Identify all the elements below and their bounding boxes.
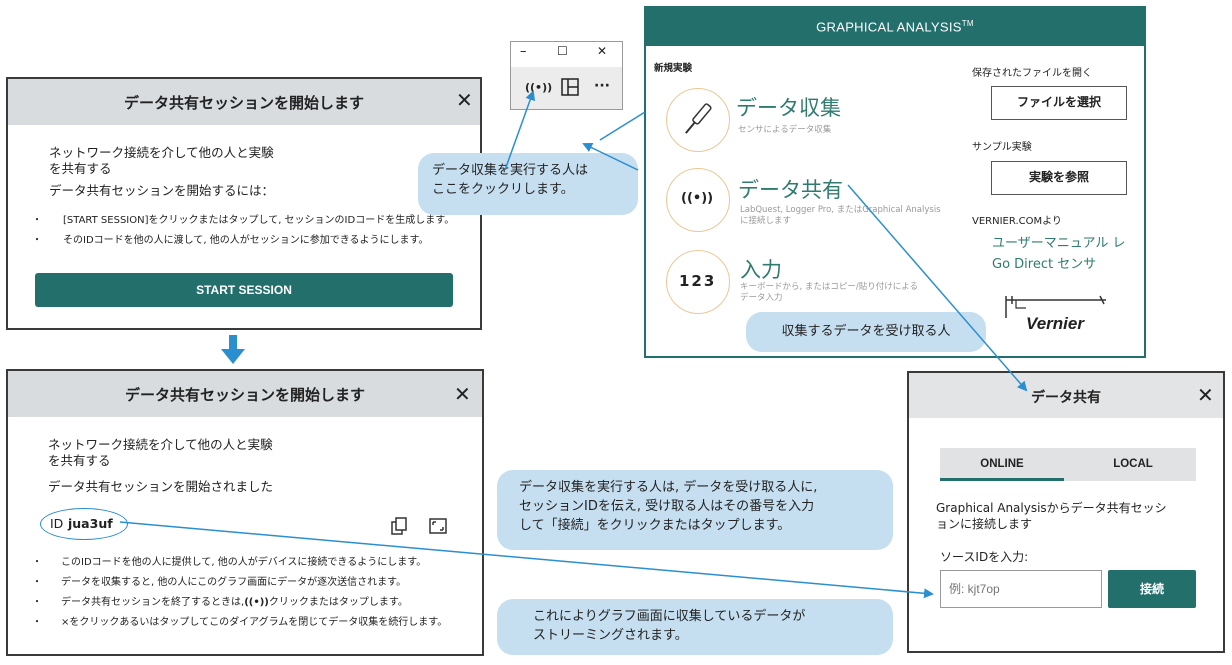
arrow-id-to-input: [119, 521, 934, 599]
connector-arrows: [119, 90, 1028, 599]
arrow-to-share-icon: [504, 90, 536, 171]
arrow-collect-origin: [599, 111, 646, 141]
arrow-to-share-dialog: [847, 184, 1028, 392]
arrow-to-collect: [582, 142, 639, 171]
